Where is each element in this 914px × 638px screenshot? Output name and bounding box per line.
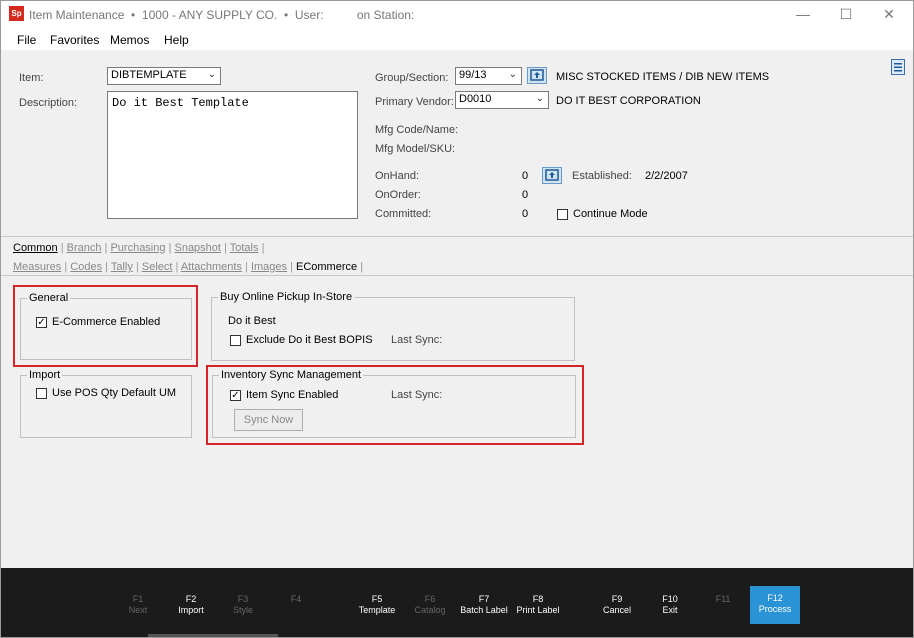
tab-snapshot[interactable]: Snapshot xyxy=(174,242,220,254)
tab-measures[interactable]: Measures xyxy=(13,261,61,273)
minimize-icon[interactable]: — xyxy=(783,4,823,24)
tab-totals[interactable]: Totals xyxy=(230,242,259,254)
ecommerce-enabled-label: E-Commerce Enabled xyxy=(52,316,161,328)
mfg-model-label: Mfg Model/SKU: xyxy=(375,143,456,155)
established-label: Established: xyxy=(572,170,632,182)
scroll-indicator xyxy=(148,634,278,637)
tab-codes[interactable]: Codes xyxy=(70,261,102,273)
description-field[interactable]: Do it Best Template xyxy=(107,91,358,219)
group-section-value: 99/13 xyxy=(459,69,487,81)
menu-memos[interactable]: Memos xyxy=(110,33,149,47)
f10-exit-button[interactable]: F10 Exit xyxy=(645,594,695,632)
continue-mode-checkbox[interactable] xyxy=(557,209,568,220)
bopis-group: Buy Online Pickup In-Store xyxy=(211,291,575,361)
f12-process-button[interactable]: F12 Process xyxy=(750,586,800,624)
f7-batch-label-button[interactable]: F7 Batch Label xyxy=(458,594,510,632)
tab-attachments[interactable]: Attachments xyxy=(181,261,242,273)
window-title: Item Maintenance • 1000 - ANY SUPPLY CO.… xyxy=(29,8,415,22)
menu-file[interactable]: File xyxy=(17,33,36,47)
inventory-sync-title: Inventory Sync Management xyxy=(219,369,364,381)
item-sync-label: Item Sync Enabled xyxy=(246,389,339,401)
onhand-value: 0 xyxy=(522,170,529,182)
f6-catalog-button[interactable]: F6 Catalog xyxy=(405,594,455,632)
tab-common[interactable]: Common xyxy=(13,242,58,254)
f9-cancel-button[interactable]: F9 Cancel xyxy=(592,594,642,632)
app-logo-icon: Sp xyxy=(9,6,24,21)
onorder-value: 0 xyxy=(522,189,529,201)
inventory-last-sync-label: Last Sync: xyxy=(391,389,443,401)
item-sync-checkbox[interactable]: ✓ xyxy=(230,390,241,401)
primary-vendor-description: DO IT BEST CORPORATION xyxy=(556,95,701,107)
continue-mode-label: Continue Mode xyxy=(573,208,648,220)
chevron-down-icon[interactable]: ⌄ xyxy=(536,93,544,104)
lookup-icon xyxy=(545,169,559,181)
exclude-bopis-checkbox[interactable] xyxy=(230,335,241,346)
group-section-description: MISC STOCKED ITEMS / DIB NEW ITEMS xyxy=(556,71,770,83)
use-pos-qty-label: Use POS Qty Default UM xyxy=(52,387,177,399)
bopis-title: Buy Online Pickup In-Store xyxy=(218,291,355,303)
close-icon[interactable]: ✕ xyxy=(869,4,909,24)
committed-value: 0 xyxy=(522,208,529,220)
f5-template-button[interactable]: F5 Template xyxy=(352,594,402,632)
general-group: General xyxy=(20,292,192,360)
tab-divider xyxy=(1,236,913,237)
tab-tally[interactable]: Tally xyxy=(111,261,133,273)
primary-vendor-combo[interactable]: D0010 ⌄ xyxy=(455,91,549,109)
tabs-row-2: Measures | Codes | Tally | Select | Atta… xyxy=(13,261,364,273)
import-group: Import xyxy=(20,369,192,438)
use-pos-qty-checkbox[interactable] xyxy=(36,388,47,399)
import-title: Import xyxy=(27,369,63,381)
item-label: Item: xyxy=(19,72,44,84)
item-combo[interactable]: DIBTEMPLATE ⌄ xyxy=(107,67,221,85)
menu-favorites[interactable]: Favorites xyxy=(50,33,99,47)
primary-vendor-value: D0010 xyxy=(459,93,492,105)
onhand-lookup-button[interactable] xyxy=(542,167,562,184)
sync-now-button[interactable]: Sync Now xyxy=(234,409,303,431)
group-section-label: Group/Section: xyxy=(375,72,449,84)
group-section-combo[interactable]: 99/13 ⌄ xyxy=(455,67,522,85)
bopis-vendor: Do it Best xyxy=(228,315,276,327)
chevron-down-icon[interactable]: ⌄ xyxy=(509,69,517,80)
menu-bar: File Favorites Memos Help xyxy=(1,28,913,50)
ecommerce-enabled-checkbox[interactable]: ✓ xyxy=(36,317,47,328)
f1-next-button[interactable]: F1 Next xyxy=(113,594,163,632)
f4-button[interactable]: F4 xyxy=(271,594,321,632)
title-bar: Sp Item Maintenance • 1000 - ANY SUPPLY … xyxy=(1,1,913,28)
group-lookup-button[interactable] xyxy=(527,67,547,84)
established-value: 2/2/2007 xyxy=(645,170,688,182)
tab-content-divider xyxy=(1,275,913,276)
mfg-code-label: Mfg Code/Name: xyxy=(375,124,459,136)
item-value: DIBTEMPLATE xyxy=(111,69,187,81)
f3-style-button[interactable]: F3 Style xyxy=(218,594,268,632)
tab-select[interactable]: Select xyxy=(142,261,173,273)
lookup-icon xyxy=(530,69,544,81)
chevron-down-icon[interactable]: ⌄ xyxy=(208,69,216,80)
f11-button[interactable]: F11 xyxy=(698,594,748,632)
general-title: General xyxy=(27,292,71,304)
primary-vendor-label: Primary Vendor: xyxy=(375,96,454,108)
f8-print-label-button[interactable]: F8 Print Label xyxy=(512,594,564,632)
committed-label: Committed: xyxy=(375,208,432,220)
tab-images[interactable]: Images xyxy=(251,261,287,273)
maximize-icon[interactable]: ☐ xyxy=(826,4,866,24)
tab-branch[interactable]: Branch xyxy=(67,242,102,254)
bopis-last-sync-label: Last Sync: xyxy=(391,334,443,346)
tab-ecommerce[interactable]: ECommerce xyxy=(296,261,357,273)
description-label: Description: xyxy=(19,97,78,109)
f2-import-button[interactable]: F2 Import xyxy=(166,594,216,632)
tab-purchasing[interactable]: Purchasing xyxy=(110,242,165,254)
exclude-bopis-label: Exclude Do it Best BOPIS xyxy=(246,334,373,346)
menu-help[interactable]: Help xyxy=(164,33,189,47)
onhand-label: OnHand: xyxy=(375,170,420,182)
tabs-row-1: Common | Branch | Purchasing | Snapshot … xyxy=(13,242,265,254)
menu-icon[interactable] xyxy=(891,59,905,75)
onorder-label: OnOrder: xyxy=(375,189,421,201)
